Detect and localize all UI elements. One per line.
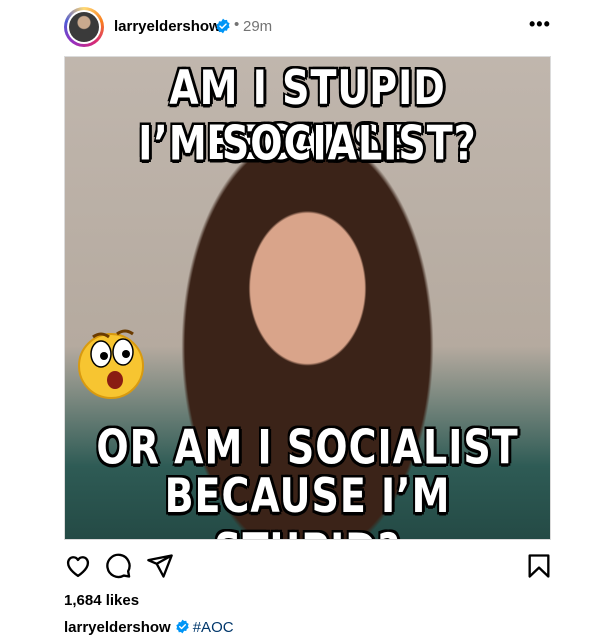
- post-image[interactable]: AM I STUPID BECAUSE I’M SOCIALIST? OR AM…: [64, 56, 551, 540]
- avatar-photo: [69, 12, 99, 42]
- likes-count[interactable]: 1,684 likes: [64, 592, 139, 609]
- more-options-button[interactable]: •••: [529, 14, 551, 35]
- separator-dot: •: [234, 16, 240, 33]
- caption-username[interactable]: larryeldershow: [64, 619, 171, 636]
- post-header: larryeldershow • 29m •••: [0, 0, 595, 56]
- action-bar: [64, 548, 551, 588]
- post-caption: larryeldershow #AOC: [64, 619, 234, 636]
- meme-bottom-line-2: BECAUSE I’M STUPID?: [164, 468, 451, 539]
- post-username[interactable]: larryeldershow: [114, 18, 221, 35]
- bookmark-icon[interactable]: [525, 552, 553, 580]
- heart-icon[interactable]: [64, 552, 92, 580]
- meme-bottom-line-1: OR AM I SOCIALIST: [96, 419, 519, 475]
- share-icon[interactable]: [146, 552, 174, 580]
- verified-badge-icon: [176, 619, 189, 634]
- post-timestamp[interactable]: 29m: [243, 18, 272, 35]
- surprised-emoji-icon: [78, 329, 144, 399]
- verified-badge-icon: [216, 18, 230, 34]
- avatar-image: [67, 10, 101, 44]
- comment-icon[interactable]: [104, 552, 132, 580]
- caption-hashtag[interactable]: #AOC: [193, 619, 234, 636]
- avatar[interactable]: [64, 7, 104, 47]
- meme-top-line-2: I’M SOCIALIST?: [138, 115, 477, 171]
